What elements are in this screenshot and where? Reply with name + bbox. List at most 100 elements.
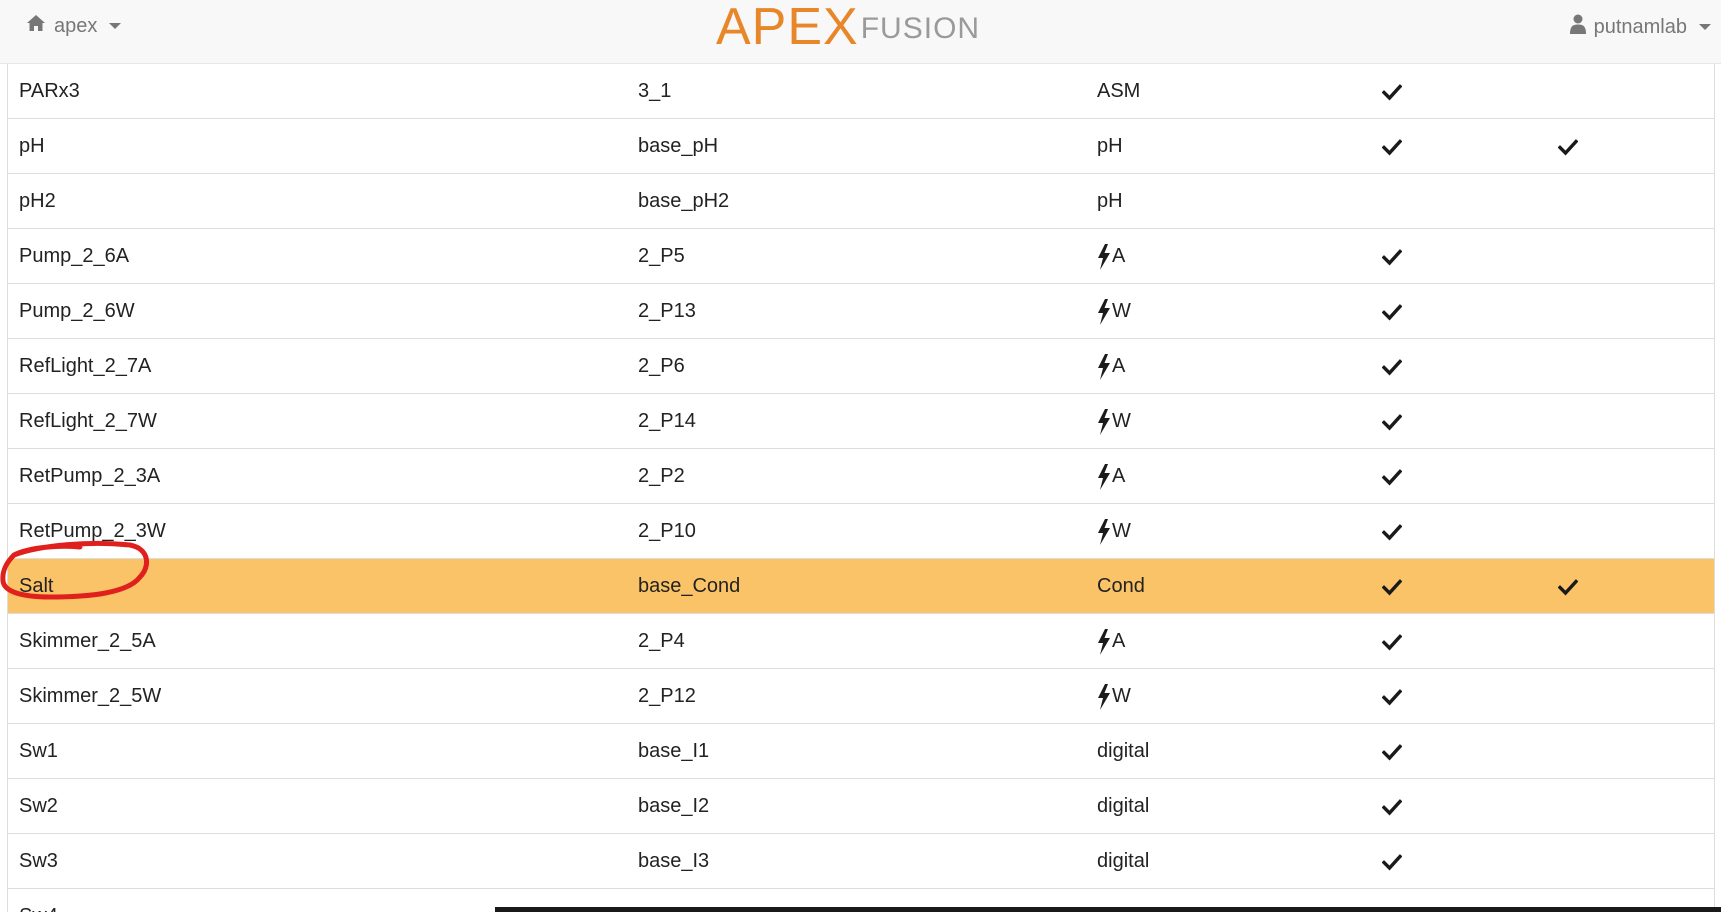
- input-name-cell: Sw3: [19, 850, 58, 872]
- type-cell: A: [1097, 339, 1125, 394]
- chevron-down-icon: [1699, 24, 1711, 30]
- device-id-cell: 2_P4: [638, 630, 685, 652]
- type-label: A: [1112, 355, 1126, 377]
- type-cell: W: [1097, 669, 1131, 724]
- table-row[interactable]: pH2 base_pH2 pH: [8, 174, 1714, 229]
- input-name-cell: Sw1: [19, 740, 58, 762]
- type-label: A: [1112, 245, 1126, 267]
- input-name-cell: Pump_2_6A: [19, 245, 130, 267]
- type-label: A: [1112, 630, 1126, 652]
- bolt-icon: [1097, 463, 1112, 490]
- type-cell: A: [1097, 229, 1125, 284]
- bolt-icon: [1097, 408, 1112, 435]
- table-row[interactable]: Skimmer_2_5A 2_P4 A: [8, 614, 1714, 669]
- table-row[interactable]: Sw2 base_I2 digital: [8, 779, 1714, 834]
- type-cell: W: [1097, 504, 1131, 559]
- type-cell: digital: [1097, 724, 1149, 779]
- checkmark-icon: [1558, 119, 1578, 174]
- type-label: W: [1112, 300, 1131, 322]
- device-id-cell: 2_P14: [638, 410, 696, 432]
- table-row[interactable]: PARx3 3_1 ASM: [8, 64, 1714, 119]
- table-row[interactable]: RefLight_2_7W 2_P14 W: [8, 394, 1714, 449]
- type-cell: A: [1097, 449, 1125, 504]
- type-cell: digital: [1097, 834, 1149, 889]
- type-label: ASM: [1097, 80, 1141, 102]
- type-cell: W: [1097, 284, 1131, 339]
- checkmark-icon: [1382, 229, 1402, 284]
- table-row[interactable]: Sw3 base_I3 digital: [8, 834, 1714, 889]
- table-row[interactable]: Pump_2_6A 2_P5 A: [8, 229, 1714, 284]
- device-id-cell: base_I3: [638, 850, 710, 872]
- checkmark-icon: [1382, 449, 1402, 504]
- input-name-cell: RetPump_2_3A: [19, 465, 161, 487]
- input-name-cell: Sw2: [19, 795, 58, 817]
- table-row[interactable]: Pump_2_6W 2_P13 W: [8, 284, 1714, 339]
- device-id-cell: 2_P12: [638, 685, 696, 707]
- device-label: apex: [54, 14, 98, 37]
- type-label: digital: [1097, 850, 1150, 872]
- type-label: A: [1112, 465, 1126, 487]
- checkmark-icon: [1382, 284, 1402, 339]
- checkmark-icon: [1382, 614, 1402, 669]
- table-row[interactable]: RetPump_2_3W 2_P10 W: [8, 504, 1714, 559]
- device-id-cell: 3_1: [638, 80, 672, 102]
- bolt-icon: [1097, 353, 1112, 380]
- input-name-cell: Sw4: [19, 889, 58, 912]
- input-name-cell: pH: [19, 135, 45, 157]
- table-row[interactable]: pH base_pH pH: [8, 119, 1714, 174]
- type-cell: pH: [1097, 119, 1123, 174]
- home-icon: [26, 14, 46, 38]
- checkmark-icon: [1382, 339, 1402, 394]
- input-name-cell: RefLight_2_7A: [19, 355, 152, 377]
- table-row[interactable]: Skimmer_2_5W 2_P12 W: [8, 669, 1714, 724]
- type-label: digital: [1097, 740, 1150, 762]
- checkmark-icon: [1382, 669, 1402, 724]
- user-icon: [1569, 14, 1586, 40]
- checkmark-icon: [1382, 64, 1402, 119]
- device-id-cell: 2_P5: [638, 245, 685, 267]
- bottom-edge-bar: [495, 907, 1721, 912]
- checkmark-icon: [1382, 559, 1402, 614]
- type-cell: digital: [1097, 779, 1149, 834]
- bolt-icon: [1097, 518, 1112, 545]
- table-row[interactable]: Sw1 base_I1 digital: [8, 724, 1714, 779]
- checkmark-icon: [1382, 504, 1402, 559]
- checkmark-icon: [1382, 834, 1402, 889]
- type-cell: Cond: [1097, 559, 1145, 614]
- input-name-cell: RefLight_2_7W: [19, 410, 157, 432]
- device-id-cell: base_I1: [638, 740, 710, 762]
- top-navbar: apex APEX FUSION putnamlab: [0, 0, 1721, 64]
- chevron-down-icon: [109, 23, 122, 29]
- input-name-cell: Skimmer_2_5A: [19, 630, 156, 652]
- checkmark-icon: [1382, 119, 1402, 174]
- input-name-cell: Skimmer_2_5W: [19, 685, 162, 707]
- type-label: pH: [1097, 190, 1123, 212]
- device-id-cell: base_pH2: [638, 190, 730, 212]
- device-id-cell: 2_P6: [638, 355, 685, 377]
- type-cell: ASM: [1097, 64, 1140, 119]
- checkmark-icon: [1558, 559, 1578, 614]
- type-cell: W: [1097, 394, 1131, 449]
- user-menu[interactable]: putnamlab: [1569, 14, 1711, 40]
- device-id-cell: base_Cond: [638, 575, 741, 597]
- bolt-icon: [1097, 683, 1112, 710]
- apex-fusion-logo: APEX FUSION: [716, 0, 980, 54]
- user-label: putnamlab: [1593, 15, 1687, 38]
- type-label: pH: [1097, 135, 1123, 157]
- device-menu[interactable]: apex: [26, 14, 122, 38]
- checkmark-icon: [1382, 724, 1402, 779]
- input-name-cell: pH2: [19, 190, 56, 212]
- checkmark-icon: [1382, 779, 1402, 834]
- table-row[interactable]: RefLight_2_7A 2_P6 A: [8, 339, 1714, 394]
- table-row[interactable]: RetPump_2_3A 2_P2 A: [8, 449, 1714, 504]
- input-name-cell: Salt: [19, 575, 54, 597]
- input-name-cell: RetPump_2_3W: [19, 520, 166, 542]
- logo-fusion-text: FUSION: [860, 12, 981, 45]
- bolt-icon: [1097, 243, 1112, 270]
- bolt-icon: [1097, 298, 1112, 325]
- device-id-cell: 2_P13: [638, 300, 696, 322]
- type-label: W: [1112, 685, 1131, 707]
- device-id-cell: 2_P10: [638, 520, 696, 542]
- table-row[interactable]: Salt base_Cond Cond: [8, 559, 1714, 614]
- input-name-cell: Pump_2_6W: [19, 300, 135, 322]
